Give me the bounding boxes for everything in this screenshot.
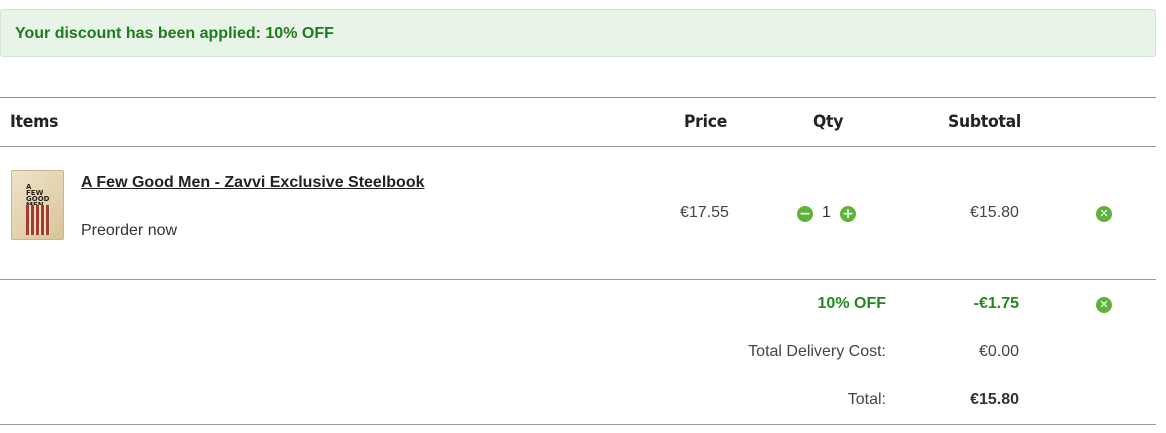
- table-top-divider: [0, 97, 1156, 98]
- qty-value: 1: [822, 204, 831, 221]
- table-bottom-divider: [0, 424, 1156, 425]
- summary-divider: [0, 279, 1156, 280]
- column-header-subtotal: Subtotal: [948, 112, 1022, 132]
- basket-page: Your discount has been applied: 10% OFF …: [0, 0, 1166, 433]
- product-status: Preorder now: [81, 222, 178, 239]
- thumbnail-stripes: [26, 205, 50, 235]
- qty-plus-icon[interactable]: +: [840, 206, 856, 222]
- product-subtotal: €15.80: [970, 204, 1019, 221]
- remove-discount-icon[interactable]: ✕: [1096, 297, 1112, 313]
- discount-label: 10% OFF: [817, 295, 886, 312]
- header-divider: [0, 146, 1156, 147]
- product-name-link[interactable]: A Few Good Men - Zavvi Exclusive Steelbo…: [81, 174, 425, 192]
- delivery-cost-value: €0.00: [978, 343, 1019, 360]
- total-label: Total:: [847, 391, 886, 408]
- column-header-items: Items: [10, 112, 59, 132]
- discount-value: -€1.75: [973, 295, 1019, 312]
- qty-minus-icon[interactable]: −: [797, 206, 813, 222]
- product-price: €17.55: [680, 204, 729, 221]
- column-header-price: Price: [684, 112, 728, 132]
- remove-item-icon[interactable]: ✕: [1096, 206, 1112, 222]
- product-thumbnail[interactable]: A FEW GOOD MEN: [11, 170, 64, 240]
- discount-banner: Your discount has been applied: 10% OFF: [0, 9, 1156, 57]
- column-header-qty: Qty: [813, 112, 844, 132]
- total-value: €15.80: [970, 391, 1019, 408]
- discount-banner-message: Your discount has been applied: 10% OFF: [15, 25, 334, 42]
- delivery-cost-label: Total Delivery Cost:: [748, 343, 886, 360]
